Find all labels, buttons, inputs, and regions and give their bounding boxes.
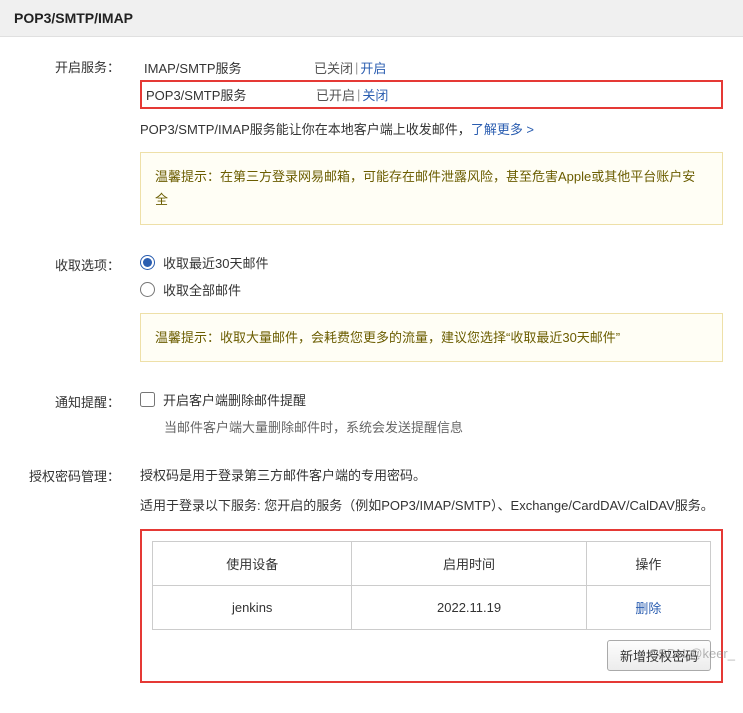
col-device: 使用设备 xyxy=(153,541,352,585)
service-row-pop3: POP3/SMTP服务 已开启 | 关闭 xyxy=(140,80,723,109)
tip-text: 收取大量邮件，会耗费您更多的流量，建议您选择“收取最近30天邮件” xyxy=(220,330,620,345)
radio-input-all[interactable] xyxy=(140,282,155,297)
page-title: POP3/SMTP/IMAP xyxy=(0,0,743,37)
tip-label: 温馨提示： xyxy=(155,169,220,184)
col-action: 操作 xyxy=(586,541,710,585)
auth-table: 使用设备 启用时间 操作 jenkins 2022.11.19 删除 xyxy=(152,541,711,630)
service-action-enable[interactable]: 开启 xyxy=(360,58,386,77)
label-services: 开启服务： xyxy=(20,55,120,225)
tip-box-fetch: 温馨提示：收取大量邮件，会耗费您更多的流量，建议您选择“收取最近30天邮件” xyxy=(140,313,723,362)
service-name: IMAP/SMTP服务 xyxy=(144,58,314,77)
label-fetch: 收取选项： xyxy=(20,253,120,362)
checkbox-input[interactable] xyxy=(140,392,155,407)
cell-device: jenkins xyxy=(153,585,352,629)
radio-label: 收取全部邮件 xyxy=(163,280,241,299)
desc-text: POP3/SMTP/IMAP服务能让你在本地客户端上收发邮件， xyxy=(140,122,471,137)
radio-label: 收取最近30天邮件 xyxy=(163,253,268,272)
label-auth: 授权密码管理： xyxy=(20,464,120,683)
service-row-imap: IMAP/SMTP服务 已关闭 | 开启 xyxy=(140,55,723,80)
divider: | xyxy=(355,60,358,75)
delete-link[interactable]: 删除 xyxy=(635,601,661,616)
radio-all[interactable]: 收取全部邮件 xyxy=(140,280,723,299)
section-auth: 授权密码管理： 授权码是用于登录第三方邮件客户端的专用密码。 适用于登录以下服务… xyxy=(20,464,723,683)
checkbox-label: 开启客户端删除邮件提醒 xyxy=(163,390,306,409)
auth-table-container: 使用设备 启用时间 操作 jenkins 2022.11.19 删除 xyxy=(140,529,723,683)
tip-label: 温馨提示： xyxy=(155,330,220,345)
col-time: 启用时间 xyxy=(352,541,586,585)
service-status: 已关闭 xyxy=(314,58,353,77)
tip-box-services: 温馨提示：在第三方登录网易邮箱，可能存在邮件泄露风险，甚至危害Apple或其他平… xyxy=(140,152,723,225)
services-description: POP3/SMTP/IMAP服务能让你在本地客户端上收发邮件，了解更多 > xyxy=(140,119,723,138)
service-action-disable[interactable]: 关闭 xyxy=(362,85,388,104)
add-auth-button[interactable]: 新增授权密码 xyxy=(607,640,711,671)
table-row: jenkins 2022.11.19 删除 xyxy=(153,585,711,629)
auth-desc-1: 授权码是用于登录第三方邮件客户端的专用密码。 xyxy=(140,464,723,487)
tip-text: 在第三方登录网易邮箱，可能存在邮件泄露风险，甚至危害Apple或其他平台账户安全 xyxy=(155,169,695,207)
label-notify: 通知提醒： xyxy=(20,390,120,436)
cell-time: 2022.11.19 xyxy=(352,585,586,629)
checkbox-delete-notify[interactable]: 开启客户端删除邮件提醒 xyxy=(140,390,723,409)
notify-subtext: 当邮件客户端大量删除邮件时，系统会发送提醒信息 xyxy=(164,417,723,436)
service-name: POP3/SMTP服务 xyxy=(146,85,316,104)
section-services: 开启服务： IMAP/SMTP服务 已关闭 | 开启 POP3/SMTP服务 已… xyxy=(20,55,723,225)
section-notify: 通知提醒： 开启客户端删除邮件提醒 当邮件客户端大量删除邮件时，系统会发送提醒信… xyxy=(20,390,723,436)
radio-input-recent[interactable] xyxy=(140,255,155,270)
learn-more-link[interactable]: 了解更多 > xyxy=(471,122,534,137)
service-status: 已开启 xyxy=(316,85,355,104)
auth-desc-2: 适用于登录以下服务: 您开启的服务（例如POP3/IMAP/SMTP）、Exch… xyxy=(140,494,723,517)
radio-recent-30[interactable]: 收取最近30天邮件 xyxy=(140,253,723,272)
section-fetch: 收取选项： 收取最近30天邮件 收取全部邮件 温馨提示：收取大量邮件，会耗费您更… xyxy=(20,253,723,362)
divider: | xyxy=(357,87,360,102)
